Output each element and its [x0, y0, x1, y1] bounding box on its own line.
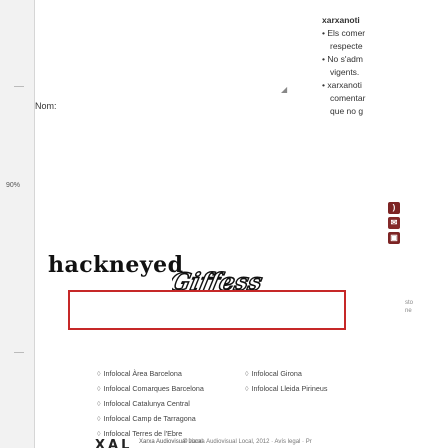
- link-item[interactable]: ◊ Infolocal Catalunya Central: [97, 396, 204, 411]
- rules-line: • No s'adm: [322, 54, 363, 64]
- link-item[interactable]: ◊ Infolocal Girona: [245, 366, 327, 381]
- print-icon[interactable]: ▣: [388, 232, 400, 244]
- link-item[interactable]: ◊ Infolocal Àrea Barcelona: [97, 366, 204, 381]
- links-column-1: ◊ Infolocal Àrea Barcelona ◊ Infolocal Com…: [97, 366, 204, 441]
- footer-copyright: © Xarxa Audiovisual Local, 2012 · Avís l…: [183, 439, 312, 445]
- footer: XAL Xarxa Audiovisual Local © Xarxa Audi…: [95, 438, 448, 448]
- link-item[interactable]: ◊ Infolocal Lleida Pirineus: [245, 381, 327, 396]
- captcha-input[interactable]: [68, 290, 346, 330]
- share-icons: ) ✉ ▣: [388, 202, 408, 247]
- rules-line: respecte: [330, 41, 363, 51]
- links-column-2: ◊ Infolocal Girona ◊ Infolocal Lleida Piri…: [245, 366, 327, 396]
- rules-line: que no g: [330, 106, 364, 116]
- rules-line: vigents.: [330, 67, 360, 77]
- nom-label: Nom:: [35, 101, 57, 111]
- right-edge-text: sto ne: [405, 300, 414, 314]
- rules-line: • xarxanoti: [322, 80, 362, 90]
- footer-logo[interactable]: XAL: [95, 438, 132, 448]
- comment-rules-column: xarxanoti • Els comer respecte • No s'ad…: [322, 0, 448, 118]
- strip-divider: [14, 352, 24, 353]
- mail-icon[interactable]: ✉: [388, 217, 400, 229]
- zoom-percent: 90%: [6, 182, 21, 189]
- rules-line: xarxanoti: [322, 15, 360, 25]
- strip-divider: [14, 86, 24, 87]
- rules-line: comentar: [330, 93, 366, 103]
- left-edge-strip: 90%: [0, 0, 35, 448]
- rss-icon[interactable]: ): [388, 202, 400, 214]
- textarea-resize-handle[interactable]: ◢: [281, 85, 287, 94]
- captcha-word: hackneyed: [48, 252, 184, 278]
- link-item[interactable]: ◊ Infolocal Comarques Barcelona: [97, 381, 204, 396]
- link-item[interactable]: ◊ Infolocal Camp de Tarragona: [97, 411, 204, 426]
- rules-line: • Els comer: [322, 28, 366, 38]
